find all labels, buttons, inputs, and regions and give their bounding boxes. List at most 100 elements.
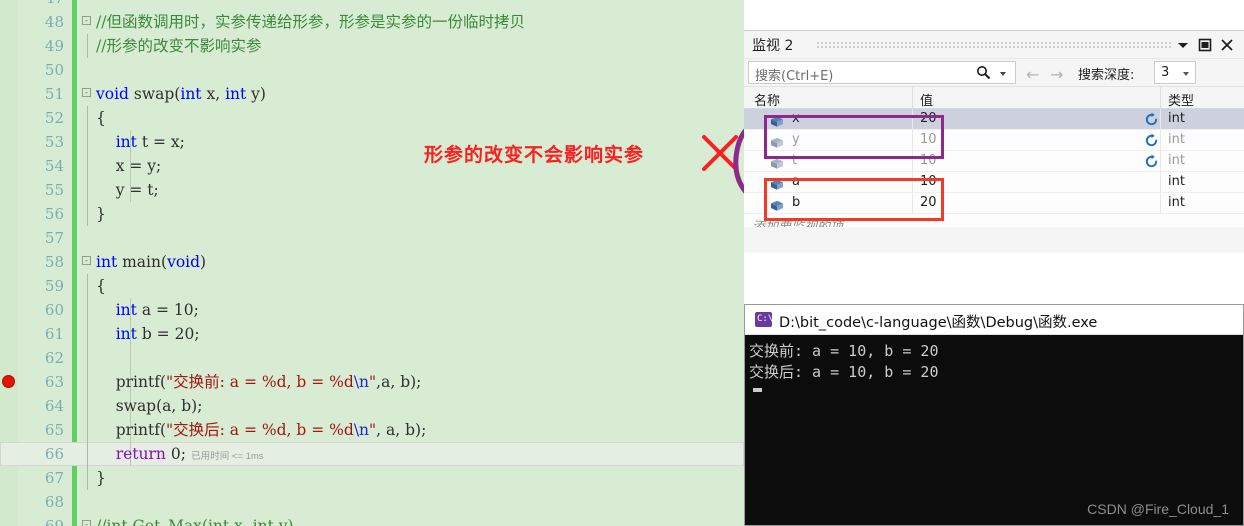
code-line[interactable]: 56} bbox=[0, 202, 744, 226]
chevron-down-icon[interactable] bbox=[1174, 36, 1192, 54]
line-number: 60 bbox=[44, 301, 64, 319]
column-header-type[interactable]: 类型 bbox=[1168, 90, 1194, 109]
block-guide-line bbox=[87, 418, 88, 442]
column-header-name[interactable]: 名称 bbox=[754, 90, 780, 109]
watch-row-value[interactable]: 10 bbox=[920, 174, 937, 189]
refresh-value-icon[interactable] bbox=[1144, 112, 1159, 127]
annotation-text: 形参的改变不会影响实参 bbox=[424, 144, 645, 166]
watch-title-bar[interactable]: 监视 2 bbox=[744, 31, 1244, 59]
code-line[interactable]: 61 int b = 20; bbox=[0, 322, 744, 346]
maximize-icon[interactable] bbox=[1196, 36, 1214, 54]
code-line[interactable]: 55 y = t; bbox=[0, 178, 744, 202]
watch-row[interactable]: x 20 int bbox=[744, 109, 1244, 130]
watch-row-name[interactable]: t bbox=[792, 153, 797, 168]
block-guide-line bbox=[87, 178, 88, 202]
code-token: , a, b); bbox=[376, 421, 427, 439]
watch-row-name[interactable]: b bbox=[792, 195, 800, 210]
search-depth-combo[interactable]: 3 bbox=[1154, 61, 1196, 84]
cell-divider bbox=[1160, 109, 1161, 130]
block-guide-line bbox=[87, 394, 88, 418]
watch-row[interactable]: t 10 int bbox=[744, 151, 1244, 172]
variable-cube-icon bbox=[770, 176, 784, 190]
column-header-value[interactable]: 值 bbox=[920, 90, 933, 109]
column-divider[interactable] bbox=[1160, 87, 1161, 109]
column-divider[interactable] bbox=[912, 87, 913, 109]
fold-toggle-icon[interactable]: - bbox=[82, 16, 91, 25]
line-number: 66 bbox=[44, 445, 64, 463]
watch-row-name[interactable]: y bbox=[792, 132, 800, 147]
console-window[interactable]: C:\ D:\bit_code\c-language\函数\Debug\函数.e… bbox=[744, 304, 1244, 526]
cell-divider bbox=[1160, 193, 1161, 214]
fold-toggle-icon[interactable]: - bbox=[82, 256, 91, 265]
code-line[interactable]: 66 return 0; 已用时间 <= 1ms bbox=[0, 442, 744, 466]
watch-column-headers[interactable]: 名称 值 类型 bbox=[744, 87, 1244, 109]
line-number: 64 bbox=[44, 397, 64, 415]
watch-row[interactable]: y 10 int bbox=[744, 130, 1244, 151]
search-depth-label: 搜索深度: bbox=[1078, 68, 1135, 83]
watch-row-value[interactable]: 10 bbox=[920, 153, 937, 168]
close-icon[interactable] bbox=[1218, 36, 1236, 54]
console-title-bar[interactable]: C:\ D:\bit_code\c-language\函数\Debug\函数.e… bbox=[745, 305, 1243, 335]
code-line[interactable]: 48 -//但函数调用时，实参传递给形参，形参是实参的一份临时拷贝 bbox=[0, 10, 744, 34]
code-line[interactable]: 69 -//int Get_Max(int x, int y) bbox=[0, 514, 744, 526]
code-line[interactable]: 67} bbox=[0, 466, 744, 490]
code-line[interactable]: 58 - int main(void) bbox=[0, 250, 744, 274]
watch-row-value[interactable]: 20 bbox=[920, 195, 937, 210]
code-token: ,a, b); bbox=[376, 373, 422, 391]
code-line[interactable]: 59 { bbox=[0, 274, 744, 298]
line-number: 62 bbox=[44, 349, 64, 367]
code-line[interactable]: 64 swap(a, b); bbox=[0, 394, 744, 418]
fold-toggle-icon[interactable]: - bbox=[82, 520, 91, 526]
watch-row[interactable]: a 10 int bbox=[744, 172, 1244, 193]
code-line[interactable]: 51 - void swap(int x, int y) bbox=[0, 82, 744, 106]
code-line[interactable]: 47 bbox=[0, 0, 744, 10]
watch-row-value[interactable]: 20 bbox=[920, 111, 937, 126]
watch-row[interactable]: b 20 int bbox=[744, 193, 1244, 214]
watch-row-name[interactable]: a bbox=[792, 174, 800, 189]
block-guide-line bbox=[87, 274, 88, 298]
watch-title-label: 监视 2 bbox=[752, 38, 794, 54]
watch-row-value[interactable]: 10 bbox=[920, 132, 937, 147]
code-token: } bbox=[96, 205, 106, 223]
code-text: printf("交换前: a = %d, b = %d\n",a, b); bbox=[96, 370, 422, 394]
code-line[interactable]: 62 bbox=[0, 346, 744, 370]
code-line[interactable]: 50 bbox=[0, 58, 744, 82]
code-token: 20 bbox=[174, 325, 195, 343]
block-guide-line bbox=[87, 154, 88, 178]
nav-forward-icon[interactable]: → bbox=[1050, 65, 1063, 84]
editor-code-area[interactable]: 4748-//但函数调用时，实参传递给形参，形参是实参的一份临时拷贝49//形参… bbox=[0, 0, 744, 526]
block-guide-line bbox=[87, 442, 88, 466]
fold-toggle-icon[interactable]: - bbox=[82, 88, 91, 97]
code-token: y) bbox=[246, 85, 266, 103]
nav-back-icon[interactable]: ← bbox=[1026, 65, 1039, 84]
search-icon[interactable] bbox=[976, 65, 991, 80]
search-input[interactable]: 搜索(Ctrl+E) bbox=[748, 61, 1016, 84]
block-guide-line bbox=[87, 130, 88, 154]
watch-drag-grip[interactable] bbox=[816, 41, 1172, 48]
watch-window[interactable]: 监视 2 搜索(Ctrl+E) ← → 搜索深度: 3 名称 值 类型 x 20… bbox=[744, 30, 1244, 253]
code-line[interactable]: 60 int a = 10; bbox=[0, 298, 744, 322]
watch-rows-container[interactable]: x 20 int y 10 int t 10 int a 10 int b 20 int bbox=[744, 109, 1244, 214]
block-guide-line bbox=[87, 34, 88, 58]
refresh-value-icon[interactable] bbox=[1144, 133, 1159, 148]
code-editor[interactable]: 4748-//但函数调用时，实参传递给形参，形参是实参的一份临时拷贝49//形参… bbox=[0, 0, 744, 526]
code-token: swap bbox=[115, 397, 157, 415]
code-token: int bbox=[96, 253, 118, 271]
code-line[interactable]: 68 bbox=[0, 490, 744, 514]
code-line[interactable]: 57 bbox=[0, 226, 744, 250]
watch-row-type: int bbox=[1168, 195, 1185, 210]
code-line[interactable]: 63 printf("交换前: a = %d, b = %d\n",a, b); bbox=[0, 370, 744, 394]
code-token: void bbox=[96, 85, 129, 103]
console-output[interactable]: 交换前: a = 10, b = 20 交换后: a = 10, b = 20 bbox=[745, 335, 1243, 525]
code-line[interactable]: 52 { bbox=[0, 106, 744, 130]
refresh-value-icon[interactable] bbox=[1144, 154, 1159, 169]
search-dropdown-caret-icon[interactable] bbox=[1000, 72, 1006, 76]
watch-toolbar[interactable]: 搜索(Ctrl+E) ← → 搜索深度: 3 bbox=[744, 59, 1244, 87]
code-token: printf bbox=[115, 373, 160, 391]
chevron-down-icon[interactable] bbox=[1183, 72, 1189, 76]
code-line[interactable]: 49 //形参的改变不影响实参 bbox=[0, 34, 744, 58]
watch-row-name[interactable]: x bbox=[792, 111, 800, 126]
code-line[interactable]: 65 printf("交换后: a = %d, b = %d\n", a, b)… bbox=[0, 418, 744, 442]
